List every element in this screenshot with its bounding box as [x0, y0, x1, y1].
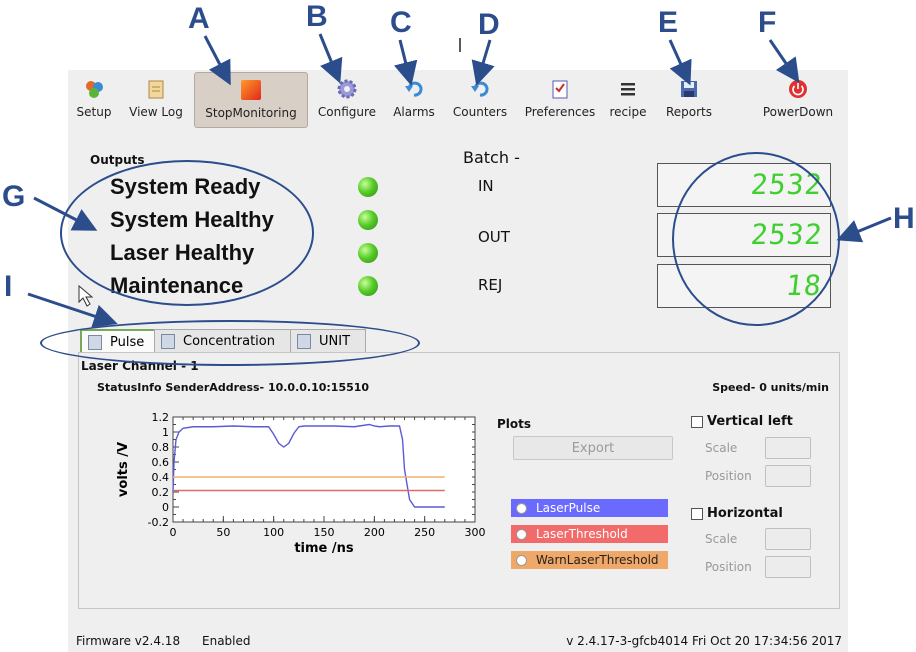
annotation-arrows	[27, 33, 892, 328]
mouse-pointer-icon	[78, 284, 94, 307]
